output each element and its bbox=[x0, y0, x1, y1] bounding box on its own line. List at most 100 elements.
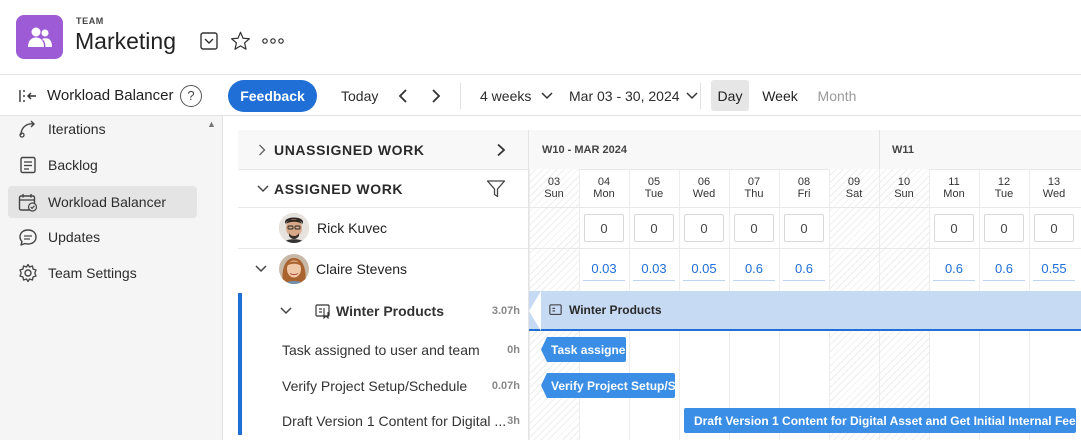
day-label: 09 Sat bbox=[829, 176, 879, 200]
day-number: 10 bbox=[897, 176, 911, 188]
sidebar-item-iterations[interactable]: Iterations bbox=[8, 113, 197, 145]
date-range-select[interactable]: Mar 03 - 30, 2024 bbox=[569, 75, 698, 116]
project-icon bbox=[315, 303, 330, 319]
day-label: 03 Sun bbox=[529, 176, 579, 200]
dropdown-square-icon[interactable] bbox=[198, 30, 220, 52]
day-number: 12 bbox=[997, 176, 1011, 188]
collapse-panel-icon[interactable] bbox=[18, 75, 38, 116]
sidebar-item-label: Backlog bbox=[48, 157, 98, 173]
capacity-input[interactable]: 0 bbox=[684, 214, 724, 242]
chevron-down-icon bbox=[685, 91, 698, 99]
chevron-right-icon[interactable] bbox=[258, 144, 266, 156]
assigned-work-label: ASSIGNED WORK bbox=[274, 180, 404, 197]
day-name: Tue bbox=[994, 188, 1014, 200]
person-name: Claire Stevens bbox=[316, 261, 408, 277]
workload-grid: UNASSIGNED WORK ASSIGNED WORK Rick Kuvec… bbox=[238, 130, 1081, 440]
team-name: Marketing bbox=[75, 28, 176, 54]
unassigned-work-row[interactable]: UNASSIGNED WORK bbox=[238, 130, 528, 169]
task-gantt-bar[interactable]: Draft Version 1 Content for Digital Asse… bbox=[684, 408, 1076, 433]
sidebar: ▲ Iterations Backlog Workload Balancer U… bbox=[0, 116, 223, 440]
team-eyebrow: TEAM bbox=[76, 16, 104, 26]
page-header: TEAM Marketing bbox=[0, 0, 1081, 74]
next-icon[interactable] bbox=[430, 75, 442, 116]
allocation-value[interactable]: 0.05 bbox=[683, 257, 725, 281]
project-gantt-label: Winter Products bbox=[569, 303, 662, 317]
allocation-value[interactable]: 0.55 bbox=[1033, 257, 1075, 281]
filter-icon[interactable] bbox=[486, 179, 506, 199]
capacity-input[interactable]: 0 bbox=[734, 214, 774, 242]
allocation-value[interactable]: 0.6 bbox=[983, 257, 1025, 281]
today-button[interactable]: Today bbox=[341, 75, 378, 116]
chevron-down-icon[interactable] bbox=[255, 265, 267, 273]
day-number: 06 bbox=[697, 176, 711, 188]
date-range-label: Mar 03 - 30, 2024 bbox=[569, 87, 680, 104]
week-label: W10 - MAR 2024 bbox=[542, 143, 627, 156]
more-icon[interactable] bbox=[261, 30, 285, 52]
task-row[interactable]: Verify Project Setup/Schedule 0.07h bbox=[238, 368, 528, 404]
project-icon bbox=[549, 303, 562, 315]
people-icon bbox=[16, 15, 63, 59]
sidebar-item-label: Updates bbox=[48, 229, 101, 245]
calendar-area: W10 - MAR 2024 W11 03 Sun 04 Mon 05 Tue 06 Wed 0… bbox=[528, 130, 1081, 440]
capacity-input[interactable]: 0 bbox=[584, 214, 624, 242]
day-name: Sun bbox=[544, 188, 564, 200]
expand-right-icon[interactable] bbox=[496, 143, 506, 157]
chevron-down-icon[interactable] bbox=[280, 307, 292, 315]
chat-icon bbox=[8, 228, 48, 247]
day-name: Mon bbox=[943, 188, 965, 200]
person-row-claire-stevens[interactable]: Claire Stevens bbox=[238, 249, 528, 289]
task-row[interactable]: Draft Version 1 Content for Digital ... … bbox=[238, 403, 528, 439]
day-name: Sun bbox=[894, 188, 914, 200]
sidebar-item-team-settings[interactable]: Team Settings bbox=[8, 257, 197, 289]
view-week-button[interactable]: Week bbox=[757, 80, 803, 111]
day-number: 03 bbox=[547, 176, 561, 188]
help-button[interactable]: ? bbox=[180, 75, 202, 116]
day-number: 13 bbox=[1047, 176, 1061, 188]
sidebar-item-label: Iterations bbox=[48, 121, 106, 137]
allocation-value[interactable]: 0.6 bbox=[733, 257, 775, 281]
capacity-input[interactable]: 0 bbox=[634, 214, 674, 242]
allocation-value[interactable]: 0.03 bbox=[583, 257, 625, 281]
capacity-input[interactable]: 0 bbox=[984, 214, 1024, 242]
capacity-input[interactable]: 0 bbox=[934, 214, 974, 242]
person-name: Rick Kuvec bbox=[317, 220, 388, 236]
day-label: 12 Tue bbox=[979, 176, 1029, 200]
day-name: Thu bbox=[744, 188, 764, 200]
prev-icon[interactable] bbox=[397, 75, 409, 116]
star-icon[interactable] bbox=[229, 30, 251, 52]
project-gantt-bar[interactable]: Winter Products bbox=[529, 291, 1081, 331]
task-gantt-bar[interactable]: Task assigned bbox=[541, 337, 626, 362]
view-month-button[interactable]: Month bbox=[811, 80, 863, 111]
day-name: Sat bbox=[845, 188, 863, 200]
task-hours: 0.07h bbox=[491, 380, 520, 392]
week-label: W11 bbox=[892, 143, 915, 156]
task-gantt-bar[interactable]: Verify Project Setup/Schedule bbox=[541, 373, 675, 398]
day-number: 05 bbox=[647, 176, 661, 188]
day-name: Wed bbox=[692, 188, 716, 200]
day-number: 04 bbox=[597, 176, 611, 188]
chevron-down-icon bbox=[541, 91, 553, 99]
day-label: 07 Thu bbox=[729, 176, 779, 200]
sidebar-item-label: Workload Balancer bbox=[48, 194, 167, 210]
allocation-value[interactable]: 0.6 bbox=[783, 257, 825, 281]
person-row-rick-kuvec[interactable]: Rick Kuvec bbox=[238, 208, 528, 248]
scroll-up-icon[interactable]: ▲ bbox=[207, 119, 216, 129]
project-row-winter-products[interactable]: Winter Products 3.07h bbox=[238, 291, 528, 331]
capacity-input[interactable]: 0 bbox=[784, 214, 824, 242]
task-name: Draft Version 1 Content for Digital ... bbox=[282, 413, 507, 429]
range-select[interactable]: 4 weeks bbox=[480, 75, 553, 116]
sidebar-item-backlog[interactable]: Backlog bbox=[8, 149, 197, 181]
allocation-value[interactable]: 0.6 bbox=[933, 257, 975, 281]
chevron-down-icon[interactable] bbox=[257, 184, 269, 193]
allocation-value[interactable]: 0.03 bbox=[633, 257, 675, 281]
view-day-button[interactable]: Day bbox=[711, 80, 749, 111]
capacity-input[interactable]: 0 bbox=[1034, 214, 1074, 242]
assigned-work-row[interactable]: ASSIGNED WORK bbox=[238, 170, 528, 207]
day-name: Mon bbox=[593, 188, 615, 200]
task-name: Task assigned to user and team bbox=[282, 342, 480, 358]
sidebar-item-workload-balancer[interactable]: Workload Balancer bbox=[8, 186, 197, 218]
task-row[interactable]: Task assigned to user and team 0h bbox=[238, 332, 528, 368]
feedback-button[interactable]: Feedback bbox=[228, 80, 317, 112]
project-name: Winter Products bbox=[336, 303, 444, 319]
sidebar-item-updates[interactable]: Updates bbox=[8, 221, 197, 253]
